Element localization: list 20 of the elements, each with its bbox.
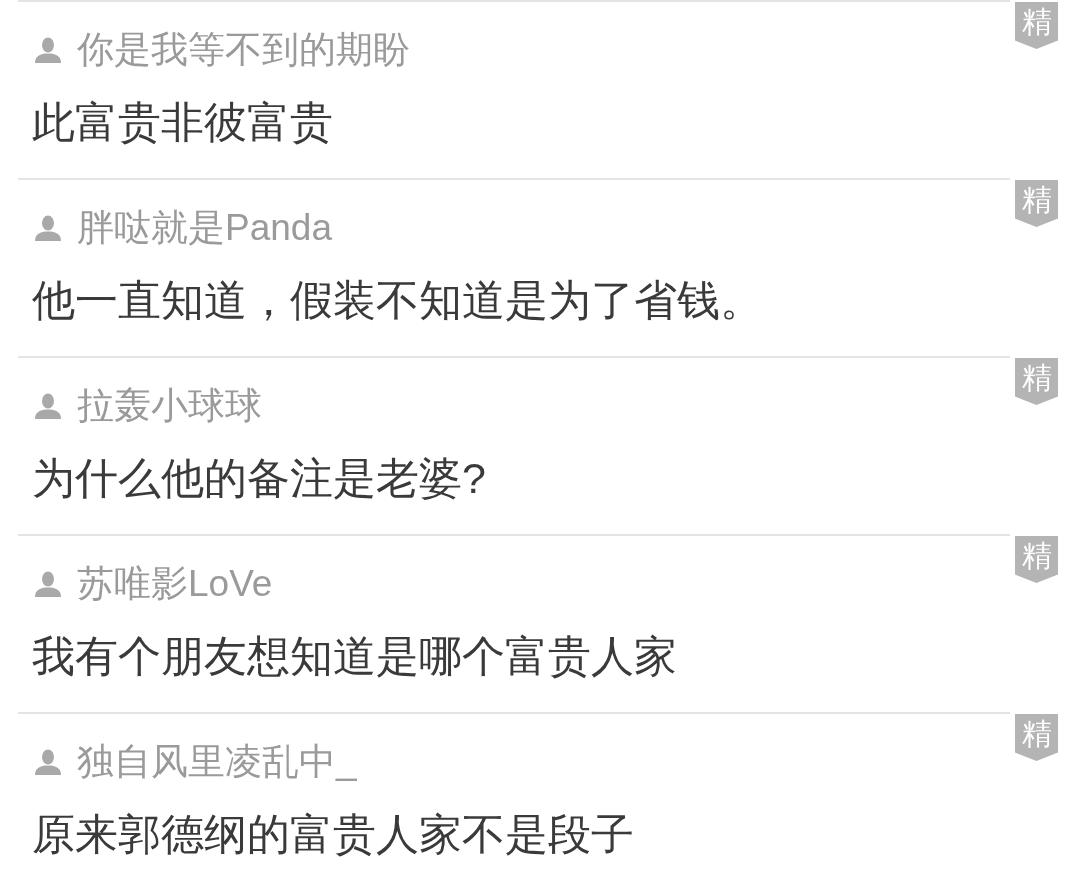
username: 你是我等不到的期盼 xyxy=(77,28,410,72)
featured-badge: 精 xyxy=(1015,714,1058,761)
username: 胖哒就是Panda xyxy=(77,206,332,250)
username: 独自风里凌乱中_ xyxy=(77,740,357,784)
user-icon xyxy=(35,749,61,775)
comment-text: 为什么他的备注是老婆? xyxy=(32,453,487,504)
user-icon xyxy=(35,393,61,419)
featured-badge: 精 xyxy=(1015,358,1058,405)
comment-text: 他一直知道，假装不知道是为了省钱。 xyxy=(32,275,764,326)
comment-text: 此富贵非彼富贵 xyxy=(32,97,334,148)
user-icon xyxy=(35,571,61,597)
user-icon xyxy=(35,215,61,241)
comment-text: 我有个朋友想知道是哪个富贵人家 xyxy=(32,631,678,682)
featured-badge: 精 xyxy=(1015,536,1058,583)
username: 苏唯影LoVe xyxy=(77,562,273,606)
featured-badge: 精 xyxy=(1015,180,1058,227)
featured-badge: 精 xyxy=(1015,2,1058,49)
comment-text: 原来郭德纲的富贵人家不是段子 xyxy=(32,809,635,860)
username: 拉轰小球球 xyxy=(77,384,262,428)
user-icon xyxy=(35,37,61,63)
